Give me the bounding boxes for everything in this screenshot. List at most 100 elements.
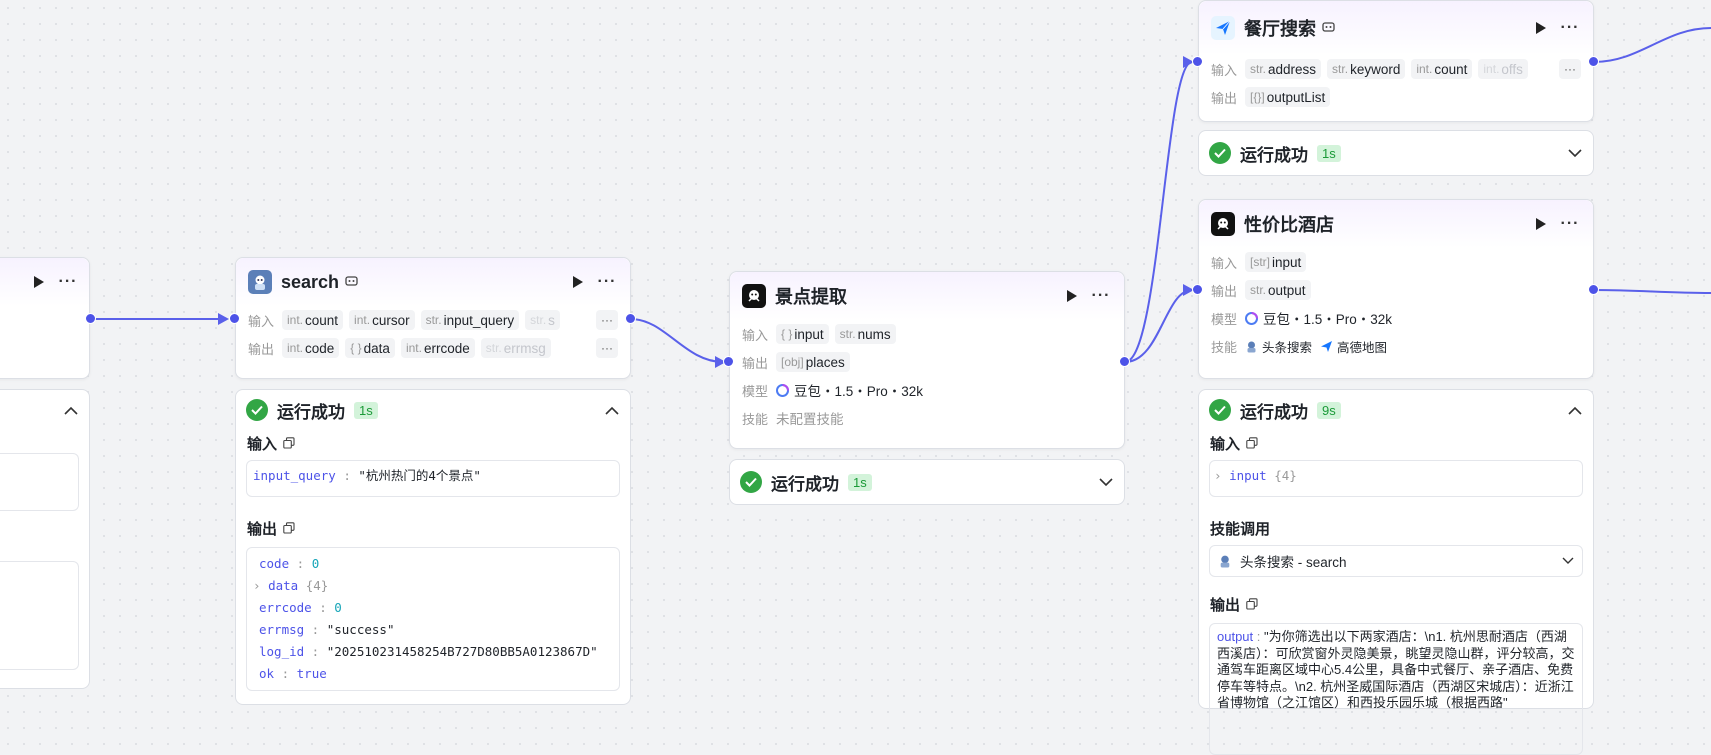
- param-tag: str. s: [525, 310, 560, 330]
- status-text: 运行成功: [277, 402, 345, 422]
- inputs-row: 输入 { } input str. nums: [730, 320, 1124, 348]
- input-port[interactable]: [1192, 56, 1203, 67]
- search-run-panel: 运行成功 1s 输入 input_query : "杭州热门的4个景点" 输出 …: [235, 389, 631, 705]
- restaurant-run-panel[interactable]: 运行成功 1s: [1198, 130, 1594, 176]
- more-menu-button[interactable]: ···: [1559, 214, 1581, 234]
- more-menu-button[interactable]: ···: [57, 272, 79, 292]
- skill-label: 技能: [742, 411, 769, 427]
- param-tag: int. cursor: [349, 310, 415, 330]
- doubao-model-icon: [776, 383, 789, 397]
- input-section-title: 输入: [236, 430, 630, 456]
- run-button[interactable]: [1531, 214, 1551, 234]
- node-title: 性价比酒店: [1244, 215, 1334, 235]
- outputs-row: 输出 str. output: [1199, 276, 1593, 304]
- json-row: errcode : 0: [259, 600, 342, 615]
- search-node[interactable]: search ··· 输入 int. count int. cursor str. i…: [235, 257, 631, 379]
- model-row: 模型 豆包・1.5・Pro・32k: [730, 376, 1124, 404]
- run-button[interactable]: [29, 272, 49, 292]
- model-name: 豆包・1.5・Pro・32k: [794, 384, 924, 399]
- output-port[interactable]: [85, 313, 96, 324]
- param-tag: { } input: [776, 324, 829, 344]
- more-menu-button[interactable]: ···: [596, 272, 618, 292]
- success-check-icon: [1209, 142, 1231, 164]
- param-tag: [{}] outputList: [1245, 87, 1331, 107]
- output-section-title: 输出: [1199, 591, 1593, 617]
- show-more-outputs-button[interactable]: ···: [596, 338, 618, 358]
- prev-node[interactable]: ···: [0, 257, 90, 379]
- collapse-chevron[interactable]: [63, 402, 79, 418]
- inputs-label: 输入: [248, 313, 275, 329]
- copy-icon[interactable]: [283, 522, 295, 534]
- outputs-label: 输出: [248, 341, 275, 357]
- copy-icon[interactable]: [283, 437, 295, 449]
- input-json: input_query : "杭州热门的4个景点": [246, 460, 620, 497]
- expand-chevron[interactable]: [1567, 145, 1583, 161]
- output-port[interactable]: [1588, 284, 1599, 295]
- json-key: output: [1217, 629, 1254, 644]
- skill-row: 技能 未配置技能: [730, 404, 1124, 432]
- run-button[interactable]: [1531, 18, 1551, 38]
- expand-chevron[interactable]: [1098, 474, 1114, 490]
- prev-input-box: [0, 453, 79, 511]
- spots-run-panel[interactable]: 运行成功 1s: [729, 459, 1125, 505]
- play-icon: [573, 276, 583, 288]
- show-more-inputs-button[interactable]: ···: [596, 310, 618, 330]
- model-label: 模型: [1211, 311, 1238, 327]
- model-name: 豆包・1.5・Pro・32k: [1263, 312, 1393, 327]
- hotel-node[interactable]: 性价比酒店 ··· 输入 [str] input 输出 str. output 模型…: [1198, 199, 1594, 379]
- show-more-inputs-button[interactable]: ···: [1559, 59, 1581, 79]
- toutiao-search-icon: [1218, 554, 1232, 568]
- input-port[interactable]: [723, 356, 734, 367]
- inputs-row: 输入 str. address str. keyword int. count int…: [1199, 55, 1593, 83]
- param-tag: str. keyword: [1327, 59, 1406, 79]
- param-tag: int. count: [282, 310, 344, 330]
- outputs-row: 输出 [obj] places: [730, 348, 1124, 376]
- json-key: input_query: [253, 468, 336, 483]
- param-tag: str. nums: [834, 324, 896, 344]
- output-port[interactable]: [1119, 356, 1130, 367]
- plugin-badge-icon: [1322, 21, 1335, 36]
- chevron-up-icon: [64, 406, 78, 415]
- input-port[interactable]: [1192, 284, 1203, 295]
- play-icon: [1536, 218, 1546, 230]
- prev-run-panel: [0, 389, 90, 689]
- play-icon: [1067, 290, 1077, 302]
- more-menu-button[interactable]: ···: [1559, 18, 1581, 38]
- output-port[interactable]: [1588, 56, 1599, 67]
- inputs-label: 输入: [1211, 255, 1238, 271]
- collapse-chevron[interactable]: [604, 402, 620, 418]
- spots-node[interactable]: 景点提取 ··· 输入 { } input str. nums 输出 [obj] pl…: [729, 271, 1125, 449]
- run-button[interactable]: [1062, 286, 1082, 306]
- copy-icon[interactable]: [1246, 598, 1258, 610]
- edge-spots-restaurant: [1124, 61, 1193, 363]
- input-json[interactable]: › input {4}: [1209, 460, 1583, 497]
- play-icon: [1536, 22, 1546, 34]
- inputs-label: 输入: [1211, 62, 1238, 78]
- output-port[interactable]: [625, 313, 636, 324]
- run-time-badge: 1s: [354, 401, 378, 419]
- skill-call-value: 头条搜索 - search: [1240, 555, 1347, 570]
- param-tag: str. errmsg: [480, 338, 551, 358]
- collapse-chevron[interactable]: [1567, 402, 1583, 418]
- copy-icon[interactable]: [1246, 437, 1258, 449]
- param-tag: str. output: [1245, 280, 1311, 300]
- success-check-icon: [740, 471, 762, 493]
- outputs-row: 输出 int. code { } data int. errcode str. errm…: [236, 334, 630, 362]
- run-button[interactable]: [568, 272, 588, 292]
- param-tag: str. address: [1245, 59, 1322, 79]
- edge-search-spots: [630, 318, 724, 363]
- outputs-label: 输出: [1211, 90, 1238, 106]
- param-tag: int. code: [282, 338, 340, 358]
- run-time-badge: 9s: [1317, 401, 1341, 419]
- json-row[interactable]: › data {4}: [253, 575, 613, 597]
- restaurant-node[interactable]: 餐厅搜索 ··· 输入 str. address str. keyword int.…: [1198, 0, 1594, 122]
- input-port[interactable]: [229, 313, 240, 324]
- skill-name: 高德地图: [1337, 340, 1388, 355]
- skill-call-select[interactable]: 头条搜索 - search: [1209, 545, 1583, 577]
- output-json: output : "为你筛选出以下两家酒店：\n1. 杭州思耐酒店（西湖西溪店）…: [1209, 623, 1583, 755]
- amap-icon: [1320, 340, 1333, 353]
- more-menu-button[interactable]: ···: [1090, 286, 1112, 306]
- prev-output-box: [0, 561, 79, 670]
- node-title: search: [281, 271, 340, 292]
- json-row: code : 0: [259, 556, 320, 571]
